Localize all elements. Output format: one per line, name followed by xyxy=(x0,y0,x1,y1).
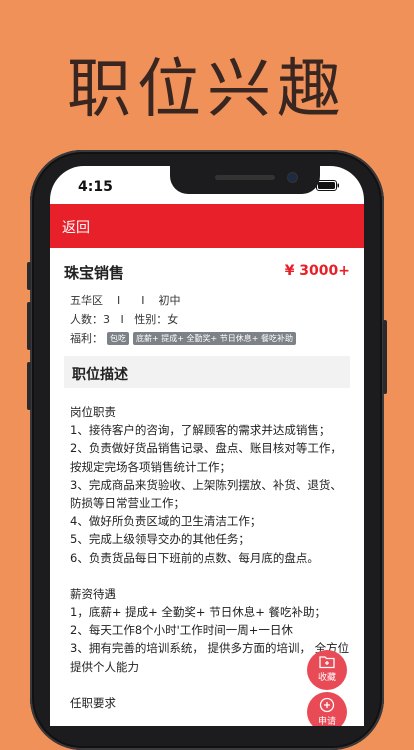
apply-button[interactable]: 申请 xyxy=(307,692,347,726)
duties-heading: 岗位职责 xyxy=(70,405,116,419)
salary-heading: 薪资待遇 xyxy=(70,586,116,601)
salary-item: 1，底薪+ 提成+ 全勤奖+ 节日休息+ 餐吃补助； xyxy=(70,605,326,620)
power-button xyxy=(383,320,387,394)
mute-switch xyxy=(27,262,31,290)
volume-up-button xyxy=(27,302,31,350)
section-header: 职位描述 xyxy=(64,356,350,388)
favorite-label: 收藏 xyxy=(317,673,336,683)
duty-item: 5、完成上级领导交办的其他任务； xyxy=(70,532,250,547)
job-salary: ¥ 3000+ xyxy=(284,263,350,279)
nav-bar: 返回 xyxy=(50,204,364,248)
front-camera xyxy=(288,173,297,182)
benefits-row: 福利： 包吃 底薪+ 提成+ 全勤奖+ 节日休息+ 餐吃补助 xyxy=(70,330,296,346)
duty-item: 1、接待客户的咨询，了解顾客的需求并达成销售； xyxy=(70,423,331,438)
job-title: 珠宝销售 xyxy=(64,264,125,282)
promo-headline: 职位兴趣 xyxy=(67,53,347,127)
favorite-button[interactable]: 收藏 xyxy=(307,650,347,690)
benefit-tag: 包吃 xyxy=(107,331,129,345)
benefits-label: 福利： xyxy=(70,332,103,345)
section-title: 职位描述 xyxy=(72,367,128,383)
volume-down-button xyxy=(27,362,31,410)
app-screen: 4:15 返回 珠宝销售 ¥ 3000+ 五华区 I I 初中 人数：3 I 性… xyxy=(50,166,364,726)
benefit-tag: 底薪+ 提成+ 全勤奖+ 节日休息+ 餐吃补助 xyxy=(133,331,296,345)
duty-item: 3、完成商品来货验收、上架陈列摆放、补货、退货、防损等日常营业工作； xyxy=(70,477,342,511)
folder-plus-icon xyxy=(319,656,335,669)
salary-item: 2、每天工作8个小时'工作时间一周+一日休 xyxy=(70,623,293,638)
notch xyxy=(170,166,320,194)
back-button[interactable]: 返回 xyxy=(62,217,90,237)
battery-icon xyxy=(316,180,339,191)
location-education-line: 五华区 I I 初中 xyxy=(70,294,181,307)
speaker-grille xyxy=(215,175,275,180)
add-circle-icon xyxy=(319,697,335,713)
duty-item: 2、负责做好货品销售记录、盘点、账目核对等工作，按规定完场各项销售统计工作； xyxy=(70,441,342,474)
apply-label: 申请 xyxy=(317,717,336,726)
duty-item: 6、负责货品每日下班前的点数、每月底的盘点。 xyxy=(70,550,319,565)
headcount-gender-line: 人数：3 I 性别：女 xyxy=(70,313,179,326)
status-time: 4:15 xyxy=(78,179,113,195)
duty-item: 4、做好所负责区域的卫生清洁工作； xyxy=(70,514,262,529)
